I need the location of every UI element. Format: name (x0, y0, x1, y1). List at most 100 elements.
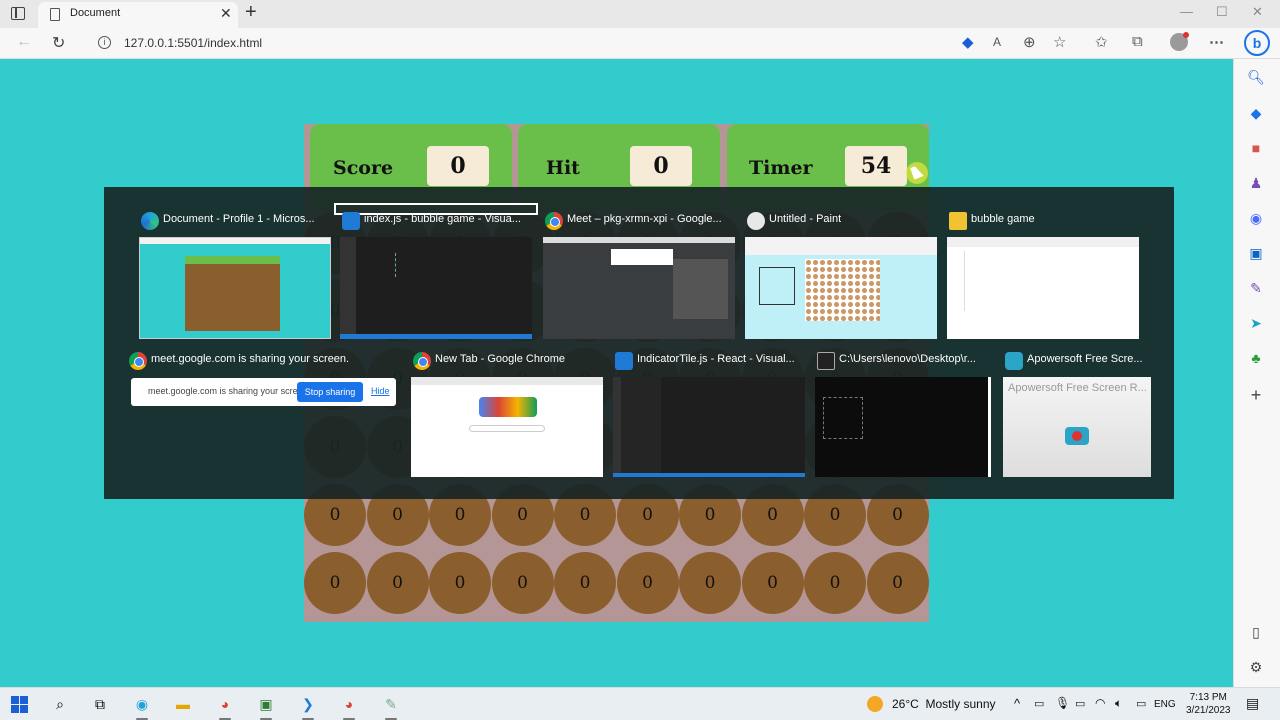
clock[interactable]: 7:13 PM 3/21/2023 (1186, 691, 1231, 717)
window-title: index.js - bubble game - Visua... (364, 213, 521, 225)
tray-app-icon[interactable]: ▭ (1034, 697, 1044, 710)
chrome-icon[interactable]: ◕ (215, 694, 235, 714)
terminal-icon[interactable]: ▣ (256, 694, 276, 714)
share-text: meet.google.com is sharing your screen. (148, 386, 311, 396)
extension-icon[interactable]: ◆ (962, 33, 974, 51)
chrome-icon (545, 212, 563, 230)
new-tab-button[interactable]: + (245, 1, 257, 24)
tab-bar: Document ✕ + — ☐ ✕ (0, 0, 1280, 28)
refresh-icon[interactable]: ↻ (52, 33, 65, 53)
paint-icon (747, 212, 765, 230)
window-title: Document - Profile 1 - Micros... (163, 213, 315, 225)
close-window-button[interactable]: ✕ (1252, 4, 1263, 20)
apowersoft-icon (1005, 352, 1023, 370)
outlook-icon[interactable]: ▣ (1246, 243, 1266, 263)
chrome-profile-icon[interactable]: ◕ (339, 694, 359, 714)
weather-temp: 26°C (892, 697, 919, 711)
weather-text[interactable]: 26°C Mostly sunny (892, 697, 996, 711)
maximize-button[interactable]: ☐ (1216, 4, 1228, 20)
tab-actions-icon[interactable] (11, 7, 25, 20)
window-thumbnail (139, 237, 331, 339)
timer-label: Timer (749, 157, 813, 179)
window-title: IndicatorTile.js - React - Visual... (637, 353, 795, 365)
wifi-icon[interactable]: ◠ (1095, 696, 1105, 710)
tab-close-icon[interactable]: ✕ (220, 5, 232, 22)
bubble[interactable]: 0 (679, 552, 741, 614)
window-title: New Tab - Google Chrome (435, 353, 566, 365)
microsoft-365-icon[interactable]: ◉ (1246, 208, 1266, 228)
record-icon (1065, 427, 1089, 445)
window-header: meet.google.com is sharing your screen. (127, 349, 397, 373)
window-thumbnail: Apowersoft Free Screen R... (1003, 377, 1151, 477)
microphone-icon[interactable]: 🎙︎ (1055, 696, 1070, 710)
games-icon[interactable]: ♟ (1246, 173, 1266, 193)
shopping-icon[interactable]: ◆ (1246, 103, 1266, 123)
window-thumbnail (745, 237, 937, 339)
window-title: bubble game (971, 213, 1035, 225)
add-icon[interactable]: + (1246, 385, 1266, 405)
notifications-icon[interactable]: ▤ (1246, 695, 1259, 712)
favorites-icon[interactable]: ✩ (1095, 33, 1108, 51)
search-icon[interactable]: 🔍︎ (1246, 67, 1266, 87)
tab-title: Document (70, 7, 121, 19)
display-icon[interactable]: ▭ (1136, 697, 1146, 710)
edge-sidebar: 🔍︎ ◆ ■ ♟ ◉ ▣ ✎ ➤ ♣ + ▯ ⚙ (1233, 59, 1280, 687)
url-field[interactable]: i 127.0.0.1:5501/index.html (86, 31, 886, 55)
address-bar: ← ↻ i 127.0.0.1:5501/index.html ◆ A ⊕ ☆ … (0, 28, 1280, 59)
profile-icon[interactable] (1170, 32, 1189, 51)
taskbar: ⌕ ⧉ ◉ ▬ ◕ ▣ ❯ ◕ ✎ 26°C Mostly sunny ^ ▭ … (0, 687, 1280, 720)
vscode-icon (615, 352, 633, 370)
file-explorer-icon[interactable]: ▬ (173, 694, 193, 714)
window-header: New Tab - Google Chrome (411, 349, 603, 373)
paint-icon[interactable]: ✎ (381, 694, 401, 714)
bubble[interactable]: 0 (866, 552, 929, 614)
chrome-icon (413, 352, 431, 370)
bing-icon[interactable]: b (1244, 30, 1270, 56)
send-icon[interactable]: ➤ (1246, 313, 1266, 333)
window-thumbnail (340, 237, 532, 339)
bubble[interactable]: 0 (304, 552, 366, 614)
folder-icon (949, 212, 967, 230)
minimize-button[interactable]: — (1180, 4, 1193, 19)
zoom-icon[interactable]: ⊕ (1023, 33, 1036, 51)
info-icon[interactable]: i (98, 36, 111, 49)
collections-icon[interactable]: ⧉ (1132, 33, 1143, 50)
vscode-icon (342, 212, 360, 230)
settings-gear-icon[interactable]: ⚙ (1246, 657, 1266, 677)
stop-sharing-button[interactable]: Stop sharing (297, 382, 363, 402)
window-thumbnail (411, 377, 603, 477)
back-icon[interactable]: ← (16, 33, 32, 51)
tree-icon[interactable]: ♣ (1246, 348, 1266, 368)
volume-icon[interactable]: 🔈︎ (1115, 696, 1122, 711)
tools-icon[interactable]: ■ (1246, 138, 1266, 158)
terminal-icon (817, 352, 835, 370)
window-header: index.js - bubble game - Visua... (340, 209, 532, 233)
favorite-add-icon[interactable]: ☆ (1053, 33, 1066, 51)
task-view-icon[interactable]: ⧉ (90, 694, 110, 714)
search-icon[interactable]: ⌕ (50, 694, 70, 714)
bubble[interactable]: 0 (429, 552, 491, 614)
bubble[interactable]: 0 (366, 552, 429, 614)
language-indicator[interactable]: ENG (1154, 699, 1176, 710)
bubble[interactable]: 0 (491, 552, 554, 614)
tab-document[interactable]: Document ✕ (38, 2, 238, 28)
read-aloud-icon[interactable]: A (993, 35, 1001, 49)
window-title: Apowersoft Free Scre... (1027, 353, 1143, 365)
bubble[interactable]: 0 (616, 552, 679, 614)
tray-chevron-icon[interactable]: ^ (1014, 696, 1020, 711)
window-thumbnail (543, 237, 735, 339)
bubble[interactable]: 0 (554, 552, 616, 614)
hide-link[interactable]: Hide (371, 386, 390, 396)
more-icon[interactable]: ⋯ (1209, 33, 1224, 51)
battery-icon[interactable]: ▭ (1075, 697, 1085, 710)
start-icon[interactable] (11, 696, 31, 716)
sidebar-toggle-icon[interactable]: ▯ (1246, 622, 1266, 642)
bubble[interactable]: 0 (804, 552, 866, 614)
score-value: 0 (427, 146, 489, 186)
designer-icon[interactable]: ✎ (1246, 278, 1266, 298)
vscode-icon[interactable]: ❯ (298, 694, 318, 714)
edge-icon[interactable]: ◉ (132, 694, 152, 714)
bubble[interactable]: 0 (741, 552, 804, 614)
url-text[interactable]: 127.0.0.1:5501/index.html (124, 36, 262, 50)
weather-icon[interactable] (867, 696, 883, 712)
